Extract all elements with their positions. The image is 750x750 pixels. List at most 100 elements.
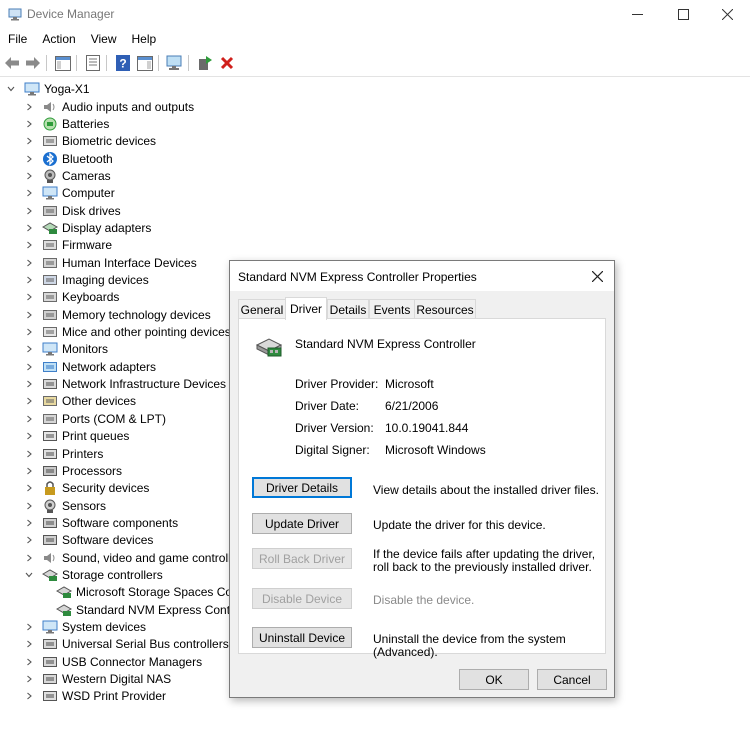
properties-button[interactable]: [84, 54, 102, 72]
chevron-right-icon[interactable]: [25, 450, 33, 458]
chevron-right-icon[interactable]: [25, 432, 33, 440]
tree-category[interactable]: Universal Serial Bus controllers: [24, 636, 229, 653]
help-button[interactable]: ?: [114, 54, 132, 72]
back-button[interactable]: [3, 54, 21, 72]
chevron-right-icon[interactable]: [25, 311, 33, 319]
tree-category[interactable]: Display adapters: [24, 219, 151, 236]
menu-action[interactable]: Action: [34, 29, 82, 50]
tree-category[interactable]: Storage controllers: [24, 566, 163, 583]
driver-details-button[interactable]: Driver Details: [252, 477, 352, 498]
chevron-right-icon[interactable]: [25, 276, 33, 284]
tree-category[interactable]: Imaging devices: [24, 272, 149, 289]
tree-category[interactable]: Batteries: [24, 115, 109, 132]
close-button[interactable]: [704, 0, 750, 29]
tree-root[interactable]: Yoga-X1: [6, 80, 90, 97]
chevron-right-icon[interactable]: [25, 502, 33, 510]
tree-category[interactable]: Audio inputs and outputs: [24, 98, 194, 115]
tab-resources[interactable]: Resources: [414, 299, 476, 318]
tree-category[interactable]: Sound, video and game controllers: [24, 549, 247, 566]
tree-child-item[interactable]: Standard NVM Express Controller: [44, 601, 257, 618]
uninstall-device-button[interactable]: Uninstall Device: [252, 627, 352, 648]
chevron-down-icon[interactable]: [7, 85, 15, 93]
chevron-right-icon[interactable]: [25, 536, 33, 544]
chevron-right-icon[interactable]: [25, 415, 33, 423]
chevron-right-icon[interactable]: [25, 172, 33, 180]
tree-category[interactable]: Disk drives: [24, 202, 121, 219]
tree-category[interactable]: Biometric devices: [24, 133, 156, 150]
update-driver-button[interactable]: Update Driver: [252, 513, 352, 534]
tab-driver[interactable]: Driver: [285, 297, 327, 320]
tree-category[interactable]: Western Digital NAS: [24, 671, 171, 688]
chevron-right-icon[interactable]: [25, 207, 33, 215]
show-hide-tree-button[interactable]: [54, 54, 72, 72]
menu-file[interactable]: File: [0, 29, 34, 50]
tree-category[interactable]: Security devices: [24, 480, 149, 497]
tree-category[interactable]: Sensors: [24, 497, 106, 514]
ok-button[interactable]: OK: [459, 669, 529, 690]
chevron-right-icon[interactable]: [25, 328, 33, 336]
tab-events[interactable]: Events: [369, 299, 415, 318]
chevron-right-icon[interactable]: [25, 519, 33, 527]
tab-details[interactable]: Details: [327, 299, 369, 318]
chevron-right-icon[interactable]: [25, 241, 33, 249]
cancel-button[interactable]: Cancel: [537, 669, 607, 690]
chevron-right-icon[interactable]: [25, 137, 33, 145]
chevron-right-icon[interactable]: [25, 224, 33, 232]
dialog-close-button[interactable]: [586, 265, 608, 287]
tree-category[interactable]: Processors: [24, 462, 122, 479]
chevron-right-icon[interactable]: [25, 692, 33, 700]
tree-category[interactable]: Other devices: [24, 393, 136, 410]
tree-category[interactable]: System devices: [24, 619, 146, 636]
chevron-right-icon[interactable]: [25, 467, 33, 475]
tree-category[interactable]: Ports (COM & LPT): [24, 410, 166, 427]
chevron-right-icon[interactable]: [25, 623, 33, 631]
tree-category[interactable]: Keyboards: [24, 289, 119, 306]
action-pane-button[interactable]: [136, 54, 154, 72]
tree-category[interactable]: Software components: [24, 514, 178, 531]
chevron-right-icon[interactable]: [25, 484, 33, 492]
tree-category[interactable]: Printers: [24, 445, 103, 462]
tree-category[interactable]: Monitors: [24, 341, 108, 358]
chevron-right-icon[interactable]: [25, 155, 33, 163]
scan-hardware-button[interactable]: [166, 54, 184, 72]
menu-help[interactable]: Help: [124, 29, 164, 50]
chevron-right-icon[interactable]: [25, 675, 33, 683]
tree-category[interactable]: Firmware: [24, 237, 112, 254]
maximize-button[interactable]: [660, 0, 706, 29]
tree-category[interactable]: Network Infrastructure Devices: [24, 376, 226, 393]
chevron-right-icon[interactable]: [25, 189, 33, 197]
tree-category[interactable]: Computer: [24, 185, 115, 202]
system-device-icon: [42, 620, 58, 634]
chevron-right-icon[interactable]: [25, 120, 33, 128]
tree-category[interactable]: Software devices: [24, 532, 153, 549]
minimize-button[interactable]: [614, 0, 660, 29]
roll-back-driver-button[interactable]: Roll Back Driver: [252, 548, 352, 569]
tree-category[interactable]: Cameras: [24, 167, 111, 184]
chevron-right-icon[interactable]: [25, 345, 33, 353]
forward-button[interactable]: [24, 54, 42, 72]
chevron-right-icon[interactable]: [25, 103, 33, 111]
chevron-right-icon[interactable]: [25, 259, 33, 267]
tree-category[interactable]: Bluetooth: [24, 150, 113, 167]
tree-category[interactable]: Memory technology devices: [24, 306, 211, 323]
chevron-right-icon[interactable]: [25, 554, 33, 562]
chevron-right-icon[interactable]: [25, 363, 33, 371]
tree-category[interactable]: Human Interface Devices: [24, 254, 197, 271]
tree-category[interactable]: Print queues: [24, 428, 129, 445]
uninstall-button[interactable]: [218, 54, 236, 72]
tab-general[interactable]: General: [238, 299, 286, 318]
chevron-right-icon[interactable]: [25, 658, 33, 666]
chevron-right-icon[interactable]: [25, 380, 33, 388]
chevron-right-icon[interactable]: [25, 293, 33, 301]
tree-category[interactable]: USB Connector Managers: [24, 653, 202, 670]
tree-category[interactable]: WSD Print Provider: [24, 688, 166, 705]
update-driver-button[interactable]: [196, 54, 214, 72]
chevron-down-icon[interactable]: [25, 571, 33, 579]
tree-item-label: Software devices: [62, 533, 154, 548]
chevron-right-icon[interactable]: [25, 397, 33, 405]
chevron-right-icon[interactable]: [25, 640, 33, 648]
menu-view[interactable]: View: [83, 29, 124, 50]
disable-device-button[interactable]: Disable Device: [252, 588, 352, 609]
tree-category[interactable]: Network adapters: [24, 358, 156, 375]
tree-category[interactable]: Mice and other pointing devices: [24, 324, 231, 341]
